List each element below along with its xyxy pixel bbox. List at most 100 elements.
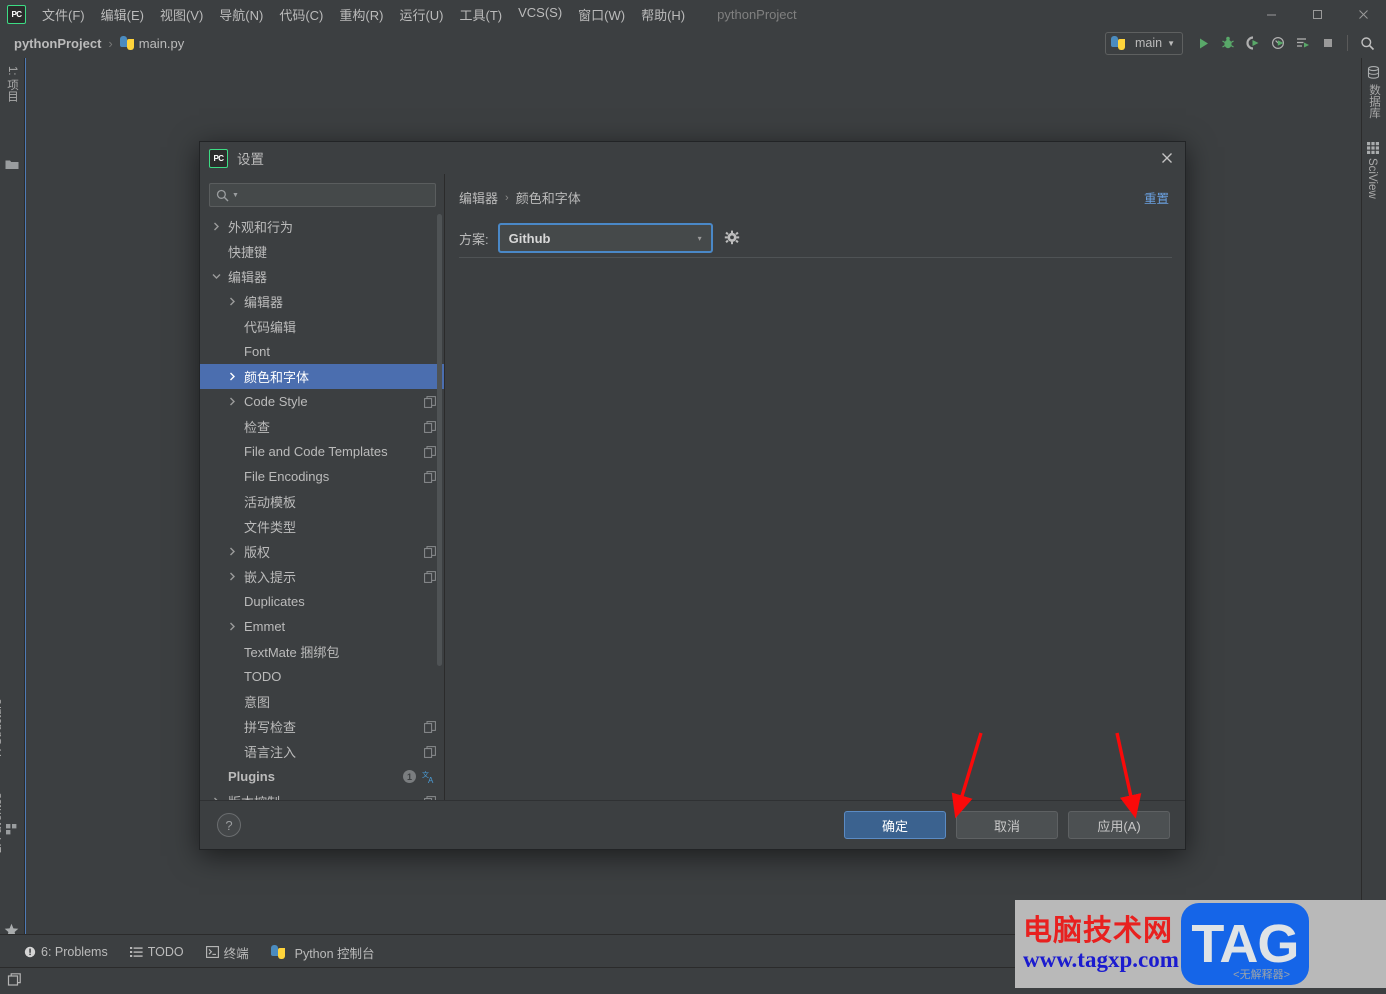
tree-item[interactable]: 文件类型 xyxy=(200,514,444,539)
tree-item[interactable]: 快捷键 xyxy=(200,239,444,264)
right-tool-window-strip: 数据库 SciView xyxy=(1361,58,1386,935)
tree-item[interactable]: Emmet xyxy=(200,614,444,639)
tree-item[interactable]: 语言注入 xyxy=(200,739,444,764)
chevron-right-icon[interactable] xyxy=(210,222,223,231)
chevron-down-icon[interactable]: ▾ xyxy=(698,234,707,243)
run-button[interactable] xyxy=(1192,32,1214,54)
menu-item-3[interactable]: 导航(N) xyxy=(211,1,271,28)
copy-settings-icon[interactable] xyxy=(424,570,436,583)
tree-item[interactable]: 意图 xyxy=(200,689,444,714)
sidebar-item-favorites[interactable]: 2: Favorites xyxy=(0,793,4,853)
tree-item[interactable]: 活动模板 xyxy=(200,489,444,514)
settings-tree[interactable]: 外观和行为 快捷键 编辑器 编辑器 代码编辑 Font 颜色和字体 Code Style 检查 F… xyxy=(200,214,444,800)
status-item-terminal[interactable]: 终端 xyxy=(205,943,249,962)
tree-item[interactable]: Code Style xyxy=(200,389,444,414)
project-label: 1: 项目 xyxy=(6,66,18,102)
tree-item[interactable]: Font xyxy=(200,339,444,364)
chevron-right-icon[interactable] xyxy=(226,397,239,406)
chevron-right-icon[interactable] xyxy=(226,622,239,631)
stop-button[interactable] xyxy=(1317,32,1339,54)
tree-item[interactable]: TextMate 捆绑包 xyxy=(200,639,444,664)
menu-item-6[interactable]: 运行(U) xyxy=(391,1,451,28)
tree-item[interactable]: 编辑器 xyxy=(200,289,444,314)
window-icon[interactable] xyxy=(7,972,23,991)
status-item-problems[interactable]: 6: Problems xyxy=(24,945,108,959)
search-input[interactable] xyxy=(241,188,429,202)
reset-link[interactable]: 重置 xyxy=(1144,188,1169,207)
breadcrumb: pythonProject › main.py xyxy=(14,36,184,51)
menu-item-1[interactable]: 编辑(E) xyxy=(93,1,152,28)
maximize-button[interactable] xyxy=(1294,0,1340,28)
tree-item-label: 文件类型 xyxy=(244,520,297,535)
scheme-dropdown[interactable]: Github ▾ xyxy=(497,223,713,253)
copy-settings-icon[interactable] xyxy=(424,470,436,483)
sidebar-item-database[interactable]: 数据库 xyxy=(1366,84,1382,119)
menu-item-4[interactable]: 代码(C) xyxy=(271,1,331,28)
sidebar-item-structure[interactable]: 7: Structure xyxy=(0,699,4,758)
tree-item[interactable]: 代码编辑 xyxy=(200,314,444,339)
structure-label: 7: Structure xyxy=(0,698,4,758)
tree-item[interactable]: TODO xyxy=(200,664,444,689)
breadcrumb-editor: 编辑器 xyxy=(459,191,499,206)
tree-item-label: Font xyxy=(244,344,271,359)
search-box[interactable]: ▼ xyxy=(209,183,436,207)
tree-item[interactable]: 拼写检查 xyxy=(200,714,444,739)
menu-item-0[interactable]: 文件(F) xyxy=(34,1,93,28)
menu-item-8[interactable]: VCS(S) xyxy=(510,1,570,28)
tree-item[interactable]: 版权 xyxy=(200,539,444,564)
chevron-right-icon[interactable] xyxy=(226,572,239,581)
copy-settings-icon[interactable] xyxy=(424,395,436,408)
apply-button[interactable]: 应用(A) xyxy=(1068,811,1170,839)
chevron-right-icon[interactable] xyxy=(226,372,239,381)
settings-tree-panel: ▼ 外观和行为 快捷键 编辑器 编辑器 代码编辑 Font 颜色和字体 Code Style 检… xyxy=(200,174,445,800)
gear-icon[interactable] xyxy=(722,228,742,248)
copy-settings-icon[interactable] xyxy=(424,445,436,458)
tree-item[interactable]: Duplicates xyxy=(200,589,444,614)
profile-button[interactable] xyxy=(1267,32,1289,54)
help-button[interactable]: ? xyxy=(217,813,241,837)
status-item-python-console[interactable]: Python 控制台 xyxy=(270,943,375,962)
sidebar-item-project[interactable]: 1: 项目 xyxy=(4,66,20,102)
breadcrumb-project[interactable]: pythonProject xyxy=(14,36,101,51)
breadcrumb-file[interactable]: main.py xyxy=(139,36,185,51)
ok-button[interactable]: 确定 xyxy=(844,811,946,839)
search-icon[interactable] xyxy=(1356,32,1378,54)
search-filter-caret-icon[interactable]: ▼ xyxy=(232,192,239,199)
tree-scrollbar[interactable] xyxy=(437,214,442,666)
tree-item-label: 快捷键 xyxy=(228,245,268,260)
sidebar-item-sciview[interactable]: SciView xyxy=(1366,158,1378,199)
copy-settings-icon[interactable] xyxy=(424,545,436,558)
tree-item[interactable]: 颜色和字体 xyxy=(200,364,444,389)
menu-item-5[interactable]: 重构(R) xyxy=(331,1,391,28)
minimize-button[interactable] xyxy=(1248,0,1294,28)
run-with-console-button[interactable] xyxy=(1292,32,1314,54)
chevron-right-icon[interactable] xyxy=(226,297,239,306)
close-button[interactable] xyxy=(1340,0,1386,28)
copy-settings-icon[interactable] xyxy=(424,745,436,758)
tree-item[interactable]: 编辑器 xyxy=(200,264,444,289)
menu-item-2[interactable]: 视图(V) xyxy=(152,1,211,28)
tree-item[interactable]: File Encodings xyxy=(200,464,444,489)
tree-item[interactable]: Plugins 1 文 A xyxy=(200,764,444,789)
chevron-right-icon[interactable] xyxy=(226,547,239,556)
tree-item[interactable]: File and Code Templates xyxy=(200,439,444,464)
cancel-button[interactable]: 取消 xyxy=(956,811,1058,839)
run-configuration-selector[interactable]: main ▼ xyxy=(1104,31,1183,55)
tree-item[interactable]: 外观和行为 xyxy=(200,214,444,239)
close-icon[interactable] xyxy=(1155,146,1179,170)
tree-item[interactable]: 版本控制 xyxy=(200,789,444,800)
grid-icon xyxy=(1367,142,1379,157)
debug-button[interactable] xyxy=(1217,32,1239,54)
run-with-coverage-button[interactable] xyxy=(1242,32,1264,54)
menu-item-7[interactable]: 工具(T) xyxy=(451,1,510,28)
menu-item-10[interactable]: 帮助(H) xyxy=(633,1,693,28)
chevron-down-icon[interactable] xyxy=(210,273,223,280)
copy-settings-icon[interactable] xyxy=(424,420,436,433)
translate-icon[interactable]: 文A xyxy=(422,770,436,784)
menu-item-9[interactable]: 窗口(W) xyxy=(570,1,633,28)
copy-settings-icon[interactable] xyxy=(424,720,436,733)
tree-item[interactable]: 嵌入提示 xyxy=(200,564,444,589)
tree-item[interactable]: 检查 xyxy=(200,414,444,439)
pycharm-logo-icon: PC xyxy=(209,148,228,168)
status-item-todo[interactable]: TODO xyxy=(129,945,184,959)
